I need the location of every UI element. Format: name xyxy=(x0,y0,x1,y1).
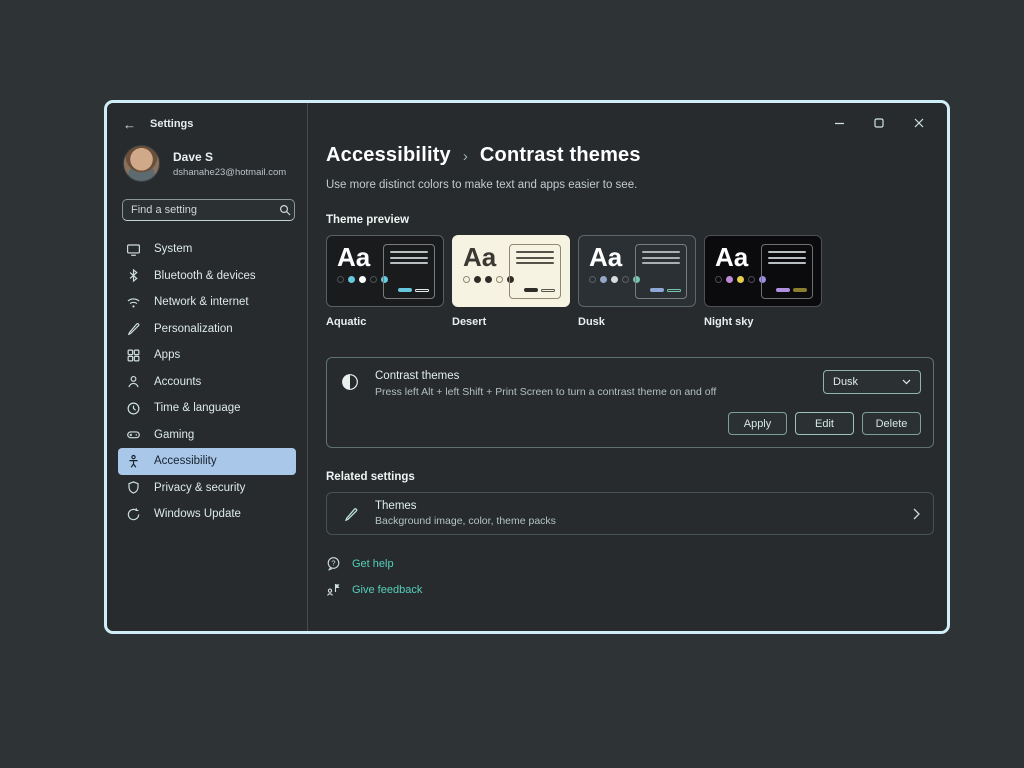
search-input[interactable] xyxy=(131,204,273,216)
profile-name: Dave S xyxy=(173,150,286,164)
theme-card-desert[interactable]: Aa Desert xyxy=(452,235,570,328)
sidebar-nav: System Bluetooth & devices Network & int… xyxy=(107,236,307,528)
contrast-themes-card: Contrast themes Press left Alt + left Sh… xyxy=(326,357,934,448)
help-icon: ? xyxy=(326,556,341,571)
theme-card-label: Desert xyxy=(452,316,570,328)
gamepad-icon xyxy=(126,427,141,442)
theme-mock-window xyxy=(383,244,435,299)
sidebar-item-label: Accounts xyxy=(154,376,201,388)
sidebar-item-label: Bluetooth & devices xyxy=(154,270,256,282)
theme-preview-row: Aa Aquatic Aa D xyxy=(326,235,934,328)
contrast-icon xyxy=(341,373,359,391)
contrast-theme-dropdown[interactable]: Dusk xyxy=(823,370,921,394)
sidebar-item-apps[interactable]: Apps xyxy=(118,342,296,369)
sidebar-item-personalization[interactable]: Personalization xyxy=(118,316,296,343)
person-icon xyxy=(126,374,141,389)
monitor-icon xyxy=(126,242,141,257)
theme-mock-buttons xyxy=(524,288,555,292)
theme-card-aquatic[interactable]: Aa Aquatic xyxy=(326,235,444,328)
get-help-row[interactable]: ? Get help xyxy=(326,556,934,571)
theme-mock-buttons xyxy=(776,288,807,292)
breadcrumb-parent[interactable]: Accessibility xyxy=(326,144,451,167)
sidebar: ← Settings Dave S dshanahe23@hotmail.com xyxy=(107,103,308,631)
sidebar-item-label: Network & internet xyxy=(154,296,249,308)
profile-email: dshanahe23@hotmail.com xyxy=(173,167,286,178)
theme-card-dusk[interactable]: Aa Dusk xyxy=(578,235,696,328)
sidebar-item-gaming[interactable]: Gaming xyxy=(118,422,296,449)
brush-icon xyxy=(343,506,359,522)
chevron-down-icon xyxy=(902,379,911,385)
themes-link-subtitle: Background image, color, theme packs xyxy=(375,515,897,527)
search-icon xyxy=(279,204,291,216)
brush-icon xyxy=(126,321,141,336)
sidebar-item-label: Accessibility xyxy=(154,455,217,467)
apps-grid-icon xyxy=(126,348,141,363)
search-box[interactable] xyxy=(122,199,295,221)
sidebar-item-label: Time & language xyxy=(154,402,241,414)
breadcrumb: Accessibility › Contrast themes xyxy=(326,144,934,167)
edit-button[interactable]: Edit xyxy=(795,412,854,435)
desktop-backdrop: { "window": { "title": "Settings", "cont… xyxy=(0,0,1024,768)
sidebar-item-time-language[interactable]: Time & language xyxy=(118,395,296,422)
window-controls xyxy=(326,103,934,135)
theme-preview-label: Theme preview xyxy=(326,214,934,226)
dropdown-value: Dusk xyxy=(833,376,858,388)
contrast-themes-description: Press left Alt + left Shift + Print Scre… xyxy=(375,386,807,398)
update-icon xyxy=(126,507,141,522)
avatar xyxy=(123,145,160,182)
sidebar-item-system[interactable]: System xyxy=(118,236,296,263)
apply-button[interactable]: Apply xyxy=(728,412,787,435)
sidebar-item-accounts[interactable]: Accounts xyxy=(118,369,296,396)
theme-mock-window xyxy=(509,244,561,299)
give-feedback-row[interactable]: Give feedback xyxy=(326,582,934,597)
back-button[interactable]: ← xyxy=(123,118,136,131)
sidebar-item-windows-update[interactable]: Windows Update xyxy=(118,501,296,528)
titlebar-left: ← Settings xyxy=(107,103,307,135)
clock-icon xyxy=(126,401,141,416)
sidebar-item-privacy[interactable]: Privacy & security xyxy=(118,475,296,502)
svg-text:?: ? xyxy=(331,559,335,568)
theme-card-label: Dusk xyxy=(578,316,696,328)
sidebar-item-label: Windows Update xyxy=(154,508,241,520)
sidebar-item-label: Personalization xyxy=(154,323,233,335)
minimize-button[interactable] xyxy=(824,114,854,132)
theme-mock-window xyxy=(761,244,813,299)
related-settings-label: Related settings xyxy=(326,471,934,483)
theme-mock-buttons xyxy=(398,288,429,292)
feedback-icon xyxy=(326,582,341,597)
theme-mock-buttons xyxy=(650,288,681,292)
app-title: Settings xyxy=(150,118,193,130)
theme-card-label: Night sky xyxy=(704,316,822,328)
page-subtitle: Use more distinct colors to make text an… xyxy=(326,179,934,191)
sidebar-item-network[interactable]: Network & internet xyxy=(118,289,296,316)
bluetooth-icon xyxy=(126,268,141,283)
theme-card-night-sky[interactable]: Aa Night sky xyxy=(704,235,822,328)
get-help-link[interactable]: Get help xyxy=(352,558,394,570)
help-links: ? Get help Give feedback xyxy=(326,556,934,597)
main-content: Accessibility › Contrast themes Use more… xyxy=(308,103,947,631)
sidebar-item-label: Privacy & security xyxy=(154,482,245,494)
settings-window: ← Settings Dave S dshanahe23@hotmail.com xyxy=(104,100,950,634)
delete-button[interactable]: Delete xyxy=(862,412,921,435)
user-profile[interactable]: Dave S dshanahe23@hotmail.com xyxy=(107,135,307,182)
sidebar-item-label: Apps xyxy=(154,349,180,361)
breadcrumb-separator: › xyxy=(463,146,468,165)
theme-card-label: Aquatic xyxy=(326,316,444,328)
page-title: Contrast themes xyxy=(480,144,641,167)
close-button[interactable] xyxy=(904,114,934,132)
theme-mock-window xyxy=(635,244,687,299)
sidebar-item-label: System xyxy=(154,243,192,255)
give-feedback-link[interactable]: Give feedback xyxy=(352,584,422,596)
accessibility-icon xyxy=(126,454,141,469)
shield-icon xyxy=(126,480,141,495)
themes-settings-row[interactable]: Themes Background image, color, theme pa… xyxy=(326,492,934,535)
maximize-button[interactable] xyxy=(864,114,894,132)
contrast-themes-title: Contrast themes xyxy=(375,370,807,382)
sidebar-item-bluetooth[interactable]: Bluetooth & devices xyxy=(118,263,296,290)
themes-link-title: Themes xyxy=(375,500,897,512)
wifi-icon xyxy=(126,295,141,310)
chevron-right-icon xyxy=(913,508,920,520)
sidebar-item-label: Gaming xyxy=(154,429,194,441)
sidebar-item-accessibility[interactable]: Accessibility xyxy=(118,448,296,475)
